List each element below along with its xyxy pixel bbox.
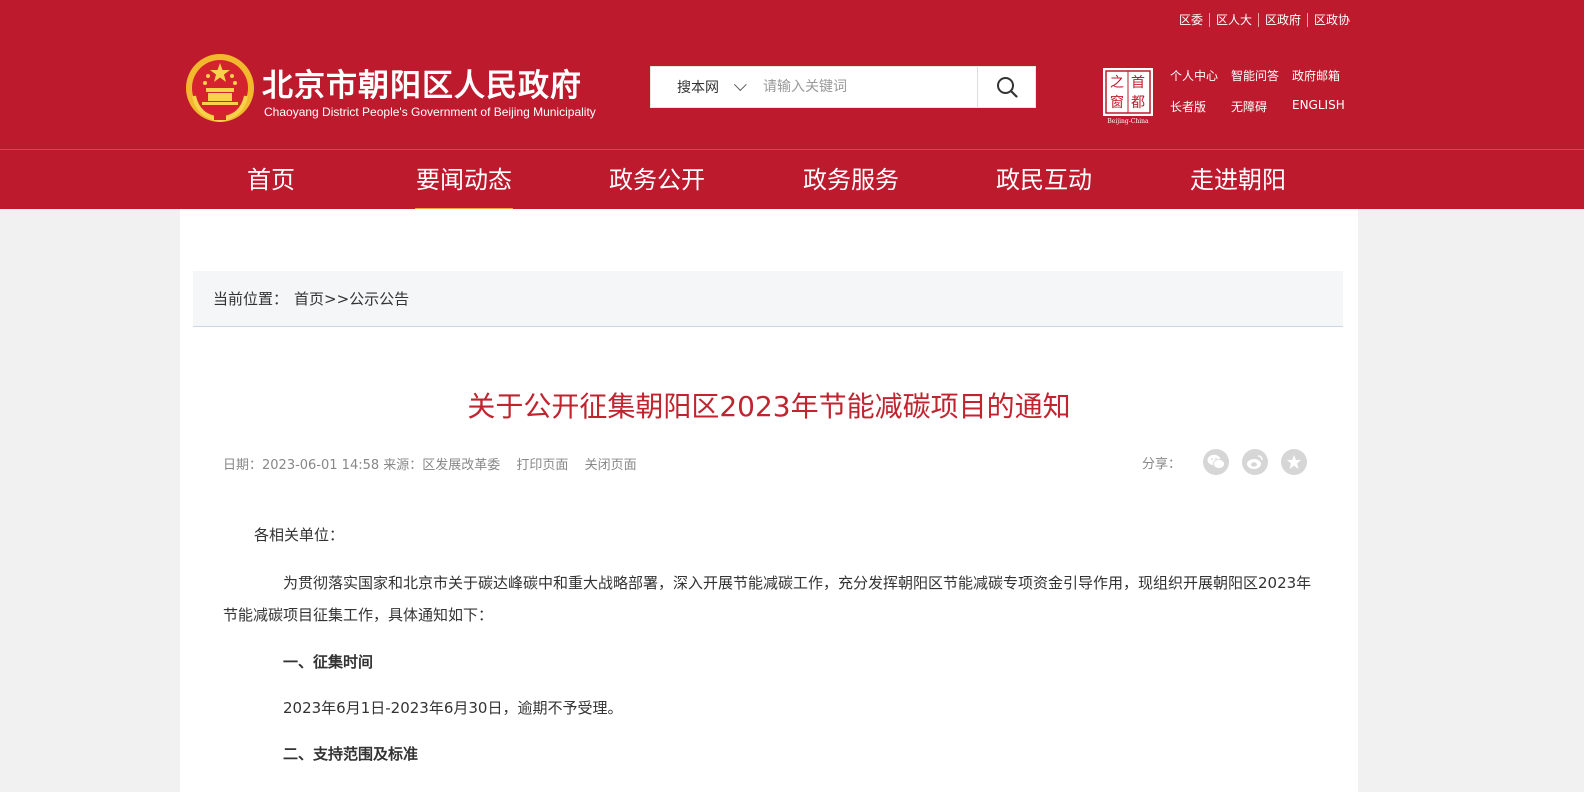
nav-item-gov-services[interactable]: 政务服务 <box>803 150 899 210</box>
quick-links: 个人中心 智能问答 政府邮箱 长者版 无障碍 ENGLISH <box>1170 67 1350 129</box>
article-date-source: 日期：2023-06-01 14:58 来源：区发展改革委 <box>223 458 501 473</box>
site-header: 区委 区人大 区政府 区政协 北京市朝阳区人民政府 Chaoyang Distr… <box>0 0 1584 149</box>
article-section-heading: 一、征集时间 <box>283 653 374 671</box>
main-nav: 首页 要闻动态 政务公开 政务服务 政民互动 走进朝阳 <box>0 149 1584 211</box>
capital-char-4: 窗 <box>1110 94 1124 111</box>
breadcrumb-label: 当前位置： <box>213 290 289 308</box>
search-input[interactable] <box>751 67 977 107</box>
article-title: 关于公开征集朝阳区2023年节能减碳项目的通知 <box>467 390 1071 423</box>
nav-item-gov-affairs[interactable]: 政务公开 <box>609 150 705 210</box>
nav-item-home[interactable]: 首页 <box>230 150 312 210</box>
article-section-heading: 二、支持范围及标准 <box>283 745 419 763</box>
breadcrumb-path[interactable]: 首页>>公示公告 <box>294 288 409 309</box>
site-title[interactable]: 北京市朝阳区人民政府 <box>262 60 582 105</box>
print-page-link[interactable]: 打印页面 <box>516 458 568 473</box>
article-meta: 日期：2023-06-01 14:58 来源：区发展改革委 打印页面 关闭页面 <box>223 454 637 473</box>
favorite-star-icon[interactable] <box>1281 449 1308 475</box>
nav-item-interaction[interactable]: 政民互动 <box>996 150 1092 210</box>
article-greeting: 各相关单位： <box>254 526 345 544</box>
wechat-icon[interactable] <box>1203 449 1230 475</box>
quick-link-accessibility[interactable]: 无障碍 <box>1231 98 1292 129</box>
search-bar: 搜本网 <box>650 66 1036 108</box>
site-subtitle: Chaoyang District People's Government of… <box>264 105 596 119</box>
weibo-icon[interactable] <box>1242 449 1269 475</box>
close-page-link[interactable]: 关闭页面 <box>585 458 637 473</box>
search-scope-select[interactable]: 搜本网 <box>651 67 751 107</box>
top-link-government[interactable]: 区政府 <box>1259 11 1307 28</box>
top-link-congress[interactable]: 区人大 <box>1210 11 1258 28</box>
nav-item-about-chaoyang[interactable]: 走进朝阳 <box>1190 150 1286 210</box>
national-emblem-icon[interactable] <box>184 52 256 124</box>
capital-char-1: 首 <box>1131 75 1145 91</box>
quick-link-personal-center[interactable]: 个人中心 <box>1170 67 1231 98</box>
capital-window-logo-icon[interactable]: 首 都 之 窗 Beijing-China <box>1101 67 1155 125</box>
quick-link-gov-mail[interactable]: 政府邮箱 <box>1292 67 1340 98</box>
search-icon <box>996 77 1018 98</box>
share-bar: 分享： <box>1142 449 1308 475</box>
top-link-party[interactable]: 区委 <box>1173 11 1209 28</box>
search-scope-label: 搜本网 <box>677 80 719 96</box>
search-button[interactable] <box>977 67 1035 107</box>
nav-item-news[interactable]: 要闻动态 <box>415 150 513 211</box>
article-paragraph: 为贯彻落实国家和北京市关于碳达峰碳中和重大战略部署，深入开展节能减碳工作，充分发… <box>223 574 1312 624</box>
chevron-down-icon <box>733 77 747 91</box>
capital-char-3: 之 <box>1110 75 1124 91</box>
article-container: 当前位置： 首页>>公示公告 关于公开征集朝阳区2023年节能减碳项目的通知 日… <box>180 209 1358 792</box>
article-paragraph: 2023年6月1日-2023年6月30日，逾期不予受理。 <box>283 699 623 717</box>
capital-char-2: 都 <box>1131 95 1145 111</box>
quick-link-smart-qa[interactable]: 智能问答 <box>1231 67 1292 98</box>
capital-caption: Beijing-China <box>1107 118 1149 125</box>
share-label: 分享： <box>1142 456 1182 472</box>
quick-link-elder-mode[interactable]: 长者版 <box>1170 98 1231 129</box>
top-links: 区委 区人大 区政府 区政协 <box>1173 11 1356 28</box>
top-link-cppcc[interactable]: 区政协 <box>1308 11 1356 28</box>
breadcrumb: 当前位置： 首页>>公示公告 <box>193 271 1343 327</box>
quick-link-english[interactable]: ENGLISH <box>1292 98 1345 129</box>
